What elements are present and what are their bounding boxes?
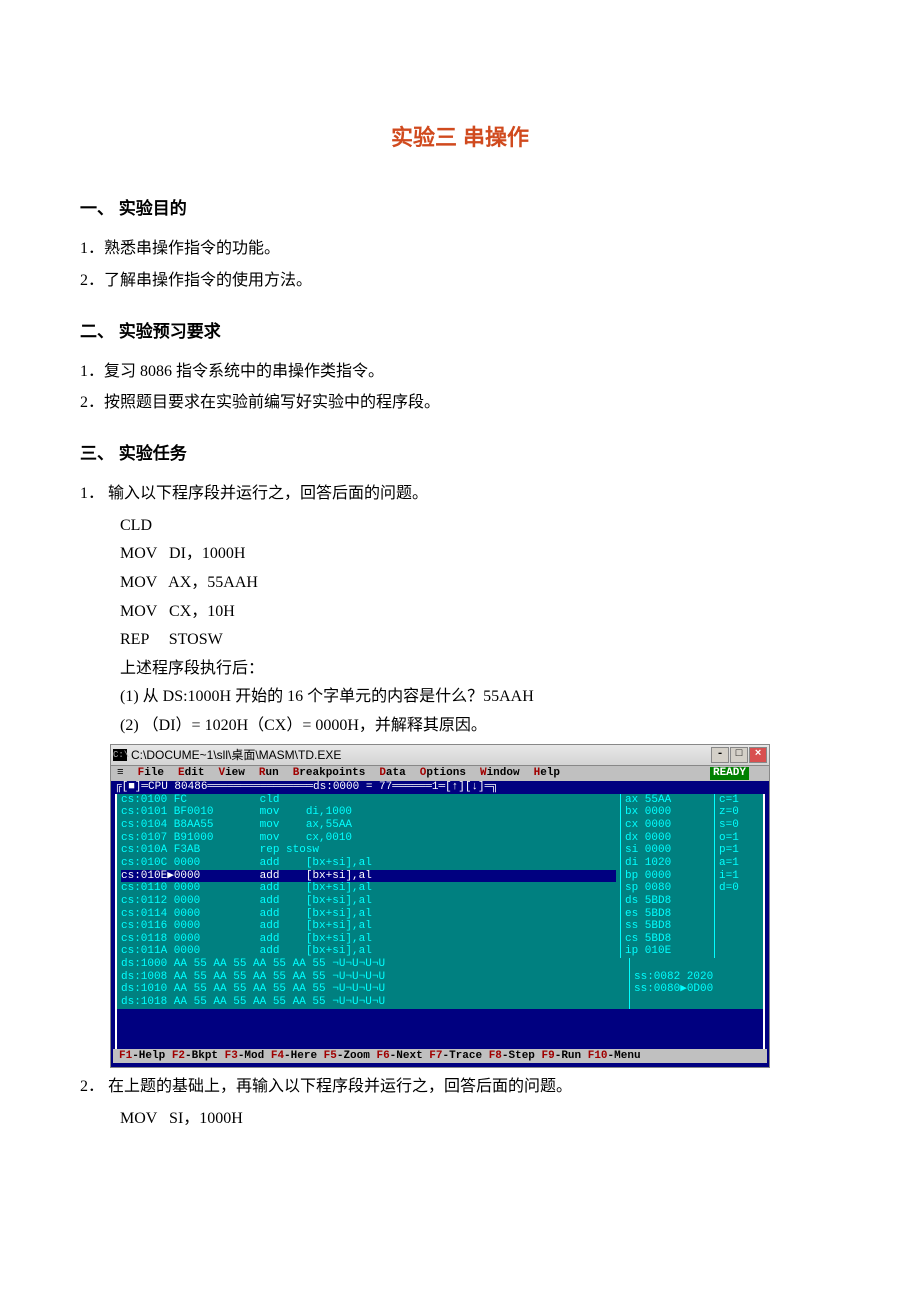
asm-line: cs:0112 0000 add [bx+si],al: [121, 895, 616, 908]
task1-after: 上述程序段执行后：: [120, 656, 840, 682]
close-button[interactable]: ×: [749, 747, 767, 763]
reg-line: bp 0000: [625, 870, 710, 883]
sec2-p1: 1．复习 8086 指令系统中的串操作类指令。: [80, 359, 840, 385]
task1-q1: (1) 从 DS:1000H 开始的 16 个字单元的内容是什么？55AAH: [120, 684, 840, 710]
cpu-panel: cs:0100 FC cld cs:0101 BF0010 mov di,100…: [115, 794, 765, 958]
code-line: MOV CX，10H: [120, 599, 840, 625]
menu-breakpoints[interactable]: Breakpoints: [293, 767, 366, 780]
code-line: REP STOSW: [120, 627, 840, 653]
code-line: MOV SI，1000H: [120, 1106, 840, 1132]
reg-line: bx 0000: [625, 806, 710, 819]
stack-line: ss:0082 2020: [634, 971, 759, 984]
cpu-window-header: ╔[■]═CPU 80486════════════════ds:0000 = …: [111, 781, 769, 794]
stack-dump: ss:0082 2020ss:0080▶0D00: [629, 958, 763, 1009]
dump-panel: ds:1000 AA 55 AA 55 AA 55 AA 55 ¬U¬U¬U¬U…: [115, 958, 765, 1009]
flag-line: o=1: [719, 832, 759, 845]
section-2-heading: 二、 实验预习要求: [80, 318, 840, 345]
asm-line: cs:0118 0000 add [bx+si],al: [121, 933, 616, 946]
asm-line: cs:010E▶0000 add [bx+si],al: [121, 870, 616, 883]
asm-line: cs:010A F3AB rep stosw: [121, 844, 616, 857]
sec2-p2: 2．按照题目要求在实验前编写好实验中的程序段。: [80, 390, 840, 416]
task2-code: MOV SI，1000H: [120, 1106, 840, 1132]
menu-options[interactable]: Options: [420, 767, 466, 780]
reg-line: cs 5BD8: [625, 933, 710, 946]
reg-line: di 1020: [625, 857, 710, 870]
code-line: MOV AX，55AAH: [120, 570, 840, 596]
maximize-button[interactable]: □: [730, 747, 748, 763]
asm-line: cs:0101 BF0010 mov di,1000: [121, 806, 616, 819]
menu-data[interactable]: Data: [379, 767, 405, 780]
reg-line: sp 0080: [625, 882, 710, 895]
sysmenu-icon[interactable]: ≡: [117, 767, 124, 780]
sec1-p1: 1．熟悉串操作指令的功能。: [80, 236, 840, 262]
cmd-icon: C:\: [113, 749, 127, 761]
asm-line: cs:0104 B8AA55 mov ax,55AA: [121, 819, 616, 832]
page-title: 实验三 串操作: [80, 120, 840, 155]
minimize-button[interactable]: -: [711, 747, 729, 763]
flag-line: z=0: [719, 806, 759, 819]
asm-line: cs:0107 B91000 mov cx,0010: [121, 832, 616, 845]
memory-dump: ds:1000 AA 55 AA 55 AA 55 AA 55 ¬U¬U¬U¬U…: [117, 958, 629, 1009]
reg-line: si 0000: [625, 844, 710, 857]
menu-edit[interactable]: Edit: [178, 767, 204, 780]
asm-line: cs:011A 0000 add [bx+si],al: [121, 945, 616, 958]
code-line: CLD: [120, 513, 840, 539]
reg-line: ss 5BD8: [625, 920, 710, 933]
sec1-p2: 2．了解串操作指令的使用方法。: [80, 268, 840, 294]
stack-line: [634, 958, 759, 971]
section-1-heading: 一、 实验目的: [80, 195, 840, 222]
empty-area: [115, 1009, 765, 1049]
task1-code: CLD MOV DI，1000H MOV AX，55AAH MOV CX，10H…: [120, 513, 840, 739]
dump-line: ds:1000 AA 55 AA 55 AA 55 AA 55 ¬U¬U¬U¬U: [121, 958, 625, 971]
task1-intro: 1． 输入以下程序段并运行之，回答后面的问题。: [80, 481, 840, 507]
task1-q2: (2) （DI）= 1020H（CX）= 0000H，并解释其原因。: [120, 713, 840, 739]
window-title: C:\DOCUME~1\sll\桌面\MASM\TD.EXE: [131, 749, 710, 763]
reg-line: cx 0000: [625, 819, 710, 832]
menu-window[interactable]: Window: [480, 767, 520, 780]
fkey-bar[interactable]: F1-Help F2-Bkpt F3-Mod F4-Here F5-Zoom F…: [113, 1049, 767, 1064]
registers-column: ax 55AAbx 0000cx 0000dx 0000si 0000di 10…: [620, 794, 714, 958]
reg-line: ip 010E: [625, 945, 710, 958]
flags-column: c=1z=0s=0o=1p=1a=1i=1d=0: [714, 794, 763, 958]
flag-line: i=1: [719, 870, 759, 883]
flag-line: p=1: [719, 844, 759, 857]
menu-help[interactable]: Help: [534, 767, 560, 780]
asm-line: cs:0116 0000 add [bx+si],al: [121, 920, 616, 933]
asm-line: cs:0100 FC cld: [121, 794, 616, 807]
reg-line: dx 0000: [625, 832, 710, 845]
menubar[interactable]: ≡ FFileile Edit View Run Breakpoints Dat…: [111, 766, 769, 781]
stack-line: [634, 996, 759, 1009]
reg-line: es 5BD8: [625, 908, 710, 921]
flag-line: a=1: [719, 857, 759, 870]
flag-line: d=0: [719, 882, 759, 895]
status-ready: READY: [710, 767, 749, 780]
asm-line: cs:010C 0000 add [bx+si],al: [121, 857, 616, 870]
flag-line: s=0: [719, 819, 759, 832]
menu-view[interactable]: View: [218, 767, 244, 780]
dump-line: ds:1018 AA 55 AA 55 AA 55 AA 55 ¬U¬U¬U¬U: [121, 996, 625, 1009]
section-3-heading: 三、 实验任务: [80, 440, 840, 467]
dump-line: ds:1010 AA 55 AA 55 AA 55 AA 55 ¬U¬U¬U¬U: [121, 983, 625, 996]
td-screenshot: C:\ C:\DOCUME~1\sll\桌面\MASM\TD.EXE - □ ×…: [110, 744, 770, 1068]
menu-file[interactable]: FFileile: [138, 767, 164, 780]
asm-line: cs:0110 0000 add [bx+si],al: [121, 882, 616, 895]
disasm-column: cs:0100 FC cld cs:0101 BF0010 mov di,100…: [117, 794, 620, 958]
reg-line: ds 5BD8: [625, 895, 710, 908]
reg-line: ax 55AA: [625, 794, 710, 807]
code-line: MOV DI，1000H: [120, 541, 840, 567]
stack-line: ss:0080▶0D00: [634, 983, 759, 996]
dump-line: ds:1008 AA 55 AA 55 AA 55 AA 55 ¬U¬U¬U¬U: [121, 971, 625, 984]
menu-run[interactable]: Run: [259, 767, 279, 780]
flag-line: c=1: [719, 794, 759, 807]
asm-line: cs:0114 0000 add [bx+si],al: [121, 908, 616, 921]
task2-intro: 2． 在上题的基础上，再输入以下程序段并运行之，回答后面的问题。: [80, 1074, 840, 1100]
window-titlebar: C:\ C:\DOCUME~1\sll\桌面\MASM\TD.EXE - □ ×: [110, 744, 770, 766]
